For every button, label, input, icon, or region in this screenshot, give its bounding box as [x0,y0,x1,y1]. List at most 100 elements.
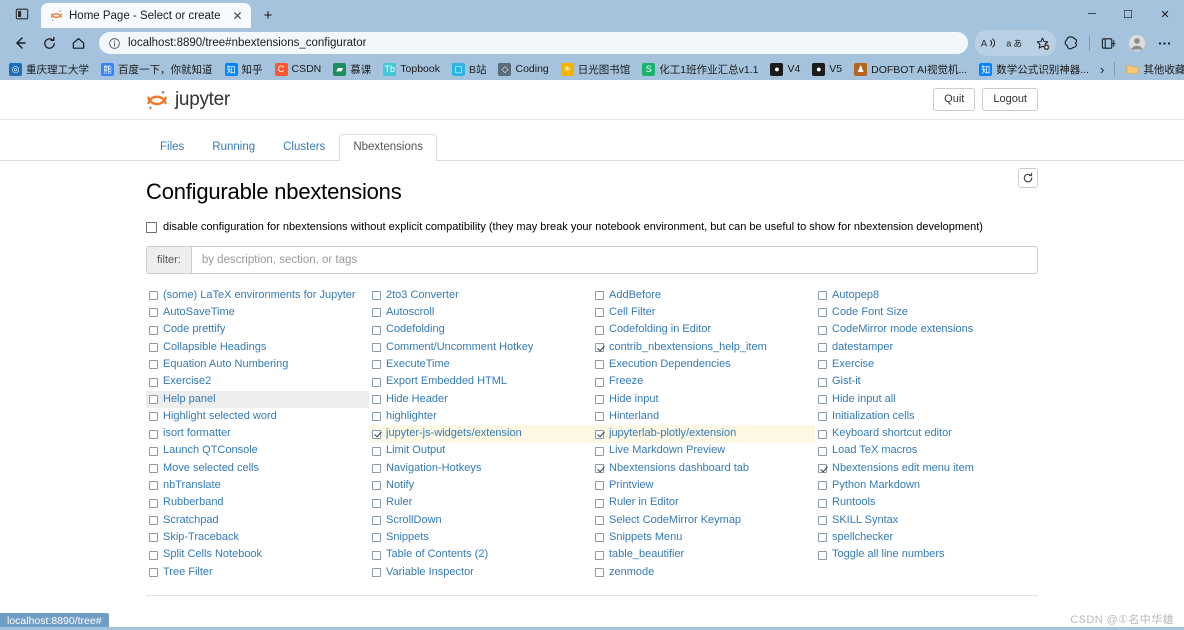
extension-item[interactable]: Code Font Size [815,304,1038,321]
extension-item[interactable]: highlighter [369,408,592,425]
tab-running[interactable]: Running [198,134,269,161]
extension-checkbox[interactable] [818,291,827,301]
filter-input[interactable] [191,247,1037,273]
extension-item[interactable]: Hide Header [369,391,592,408]
extension-item[interactable]: Codefolding [369,322,592,339]
extension-item[interactable]: Move selected cells [146,460,369,477]
refresh-icon[interactable] [1018,168,1038,188]
bookmarks-overflow-chevron-icon[interactable]: › [1096,62,1108,77]
extension-checkbox[interactable] [818,308,827,318]
extension-checkbox[interactable] [372,481,381,491]
extension-checkbox[interactable] [149,325,158,335]
tab-actions-icon[interactable] [6,0,38,28]
extension-item[interactable]: Autoscroll [369,304,592,321]
extension-checkbox[interactable] [595,516,604,525]
extension-item[interactable]: Hide input [592,391,815,408]
extension-item[interactable]: SKILL Syntax [815,512,1038,529]
extension-checkbox[interactable] [372,308,381,318]
extension-item[interactable]: datestamper [815,339,1038,356]
extension-item[interactable]: ScrollDown [369,512,592,529]
extension-item[interactable]: Comment/Uncomment Hotkey [369,339,592,356]
extension-item[interactable]: Codefolding in Editor [592,322,815,339]
extension-checkbox[interactable] [149,377,158,387]
profile-avatar[interactable] [1123,30,1150,56]
extension-checkbox[interactable] [149,516,158,525]
extension-item[interactable]: (some) LaTeX environments for Jupyter [146,287,369,304]
extension-item[interactable]: Load TeX macros [815,443,1038,460]
extension-checkbox[interactable] [595,550,604,560]
extension-item[interactable]: table_beautifier [592,546,815,563]
extension-item[interactable]: Limit Output [369,443,592,460]
extension-item[interactable]: Cell Filter [592,304,815,321]
extension-checkbox[interactable] [149,446,158,456]
extension-item[interactable]: Exercise [815,356,1038,373]
disable-config-checkbox[interactable] [146,221,157,233]
extension-checkbox[interactable] [595,446,604,456]
extension-item[interactable]: Navigation-Hotkeys [369,460,592,477]
extension-item[interactable]: Equation Auto Numbering [146,356,369,373]
extension-checkbox[interactable] [595,308,604,318]
extension-item[interactable]: jupyterlab-plotly/extension [592,425,815,443]
extension-item[interactable]: Hinterland [592,408,815,425]
extension-checkbox[interactable] [149,533,158,543]
extension-checkbox[interactable] [372,360,381,370]
extension-checkbox[interactable] [595,481,604,491]
extension-checkbox[interactable] [372,446,381,456]
extension-item[interactable]: Table of Contents (2) [369,546,592,563]
extension-item[interactable]: Exercise2 [146,373,369,390]
logout-button[interactable]: Logout [982,87,1038,112]
extension-checkbox[interactable] [149,567,158,577]
extension-item[interactable]: jupyter-js-widgets/extension [369,425,592,443]
extension-item[interactable]: zenmode [592,564,815,581]
bookmark-item[interactable]: C CSDN [270,61,327,78]
tab-files[interactable]: Files [146,134,198,161]
extension-checkbox[interactable] [372,377,381,387]
split-screen-icon[interactable] [1095,30,1122,56]
extension-item[interactable]: Nbextensions edit menu item [815,460,1038,477]
extension-checkbox[interactable] [595,394,604,404]
extension-checkbox[interactable] [595,498,604,508]
extension-checkbox[interactable] [818,360,827,370]
browser-tab[interactable]: Home Page - Select or create a n ✕ [41,3,251,28]
extension-checkbox[interactable] [818,498,827,508]
extension-checkbox[interactable] [372,291,381,301]
bookmark-other-favorites[interactable]: 其他收藏夹 [1121,60,1184,79]
extension-checkbox[interactable] [149,550,158,560]
bookmark-item[interactable]: ☀ 日光图书馆 [556,60,636,79]
new-tab-button[interactable]: + [255,3,281,28]
extension-checkbox[interactable] [818,377,827,387]
add-favorite-icon[interactable] [1029,30,1056,56]
extension-item[interactable]: Printview [592,477,815,494]
extension-item[interactable]: Highlight selected word [146,408,369,425]
bookmark-item[interactable]: Tb Topbook [378,61,445,78]
extension-checkbox[interactable] [818,446,827,456]
site-info-icon[interactable] [108,37,121,50]
extension-checkbox[interactable] [149,343,158,353]
extension-item[interactable]: Snippets [369,529,592,546]
bookmark-item[interactable]: ▰ 慕课 [328,60,376,79]
extension-item[interactable]: Variable Inspector [369,564,592,581]
extension-checkbox[interactable] [372,325,381,335]
extension-checkbox[interactable] [149,412,158,422]
tab-clusters[interactable]: Clusters [269,134,339,161]
extension-checkbox[interactable] [818,464,827,474]
extension-checkbox[interactable] [595,533,604,543]
read-aloud-icon[interactable]: A [975,30,1002,56]
back-icon[interactable] [6,30,34,56]
settings-more-icon[interactable] [1151,30,1178,56]
extension-checkbox[interactable] [149,481,158,491]
bookmark-item[interactable]: ▢ B站 [447,60,492,79]
extension-item[interactable]: Python Markdown [815,477,1038,494]
bookmark-item[interactable]: 知数学公式识别神器... [974,60,1094,79]
extension-checkbox[interactable] [818,481,827,491]
extension-checkbox[interactable] [818,394,827,404]
extension-item[interactable]: contrib_nbextensions_help_item [592,339,815,356]
bookmark-item[interactable]: ● V5 [807,61,847,78]
extension-item[interactable]: Launch QTConsole [146,443,369,460]
extension-item[interactable]: Gist-it [815,373,1038,390]
extension-item[interactable]: isort formatter [146,425,369,442]
bookmark-item[interactable]: ♟ DOFBOT AI视觉机... [849,60,972,79]
extension-checkbox[interactable] [818,533,827,543]
disable-config-row[interactable]: disable configuration for nbextensions w… [146,221,1038,233]
translate-icon[interactable]: aあ [1002,30,1029,56]
